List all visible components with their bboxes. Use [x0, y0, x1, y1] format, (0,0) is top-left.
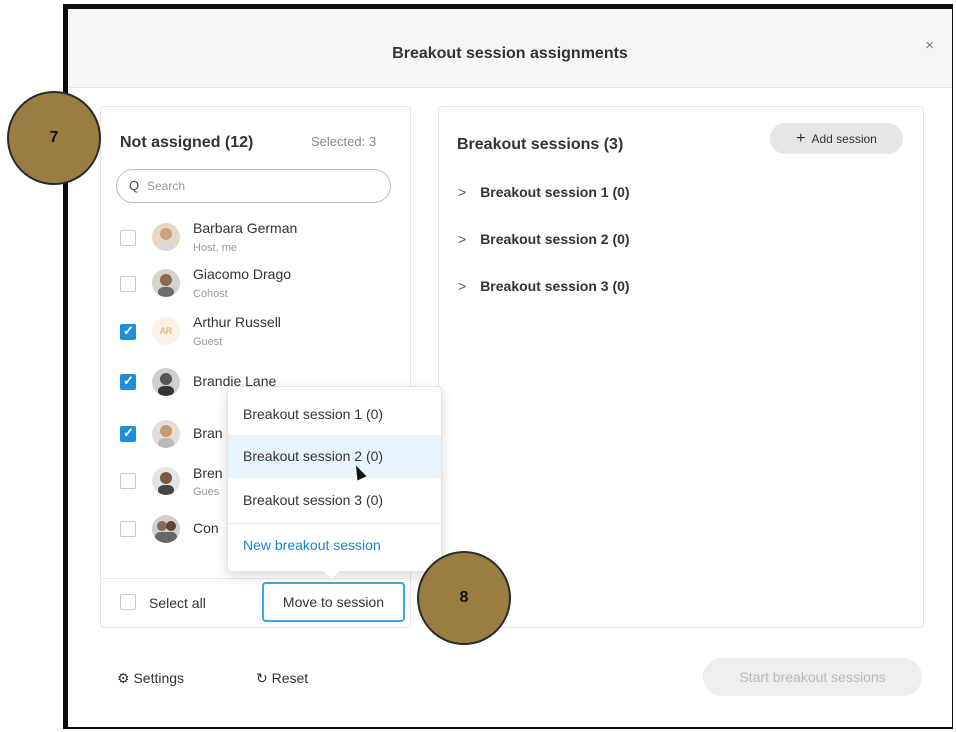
- reset-button[interactable]: ↻ Reset: [256, 670, 308, 687]
- participant-role: Host, me: [193, 242, 238, 254]
- avatar: [152, 420, 180, 448]
- menu-item-session-2[interactable]: Breakout session 2 (0): [228, 435, 441, 478]
- dialog-header: Breakout session assignments ×: [68, 9, 952, 88]
- session-item[interactable]: > Breakout session 2 (0): [458, 231, 630, 247]
- participant-checkbox[interactable]: [120, 425, 136, 442]
- selected-count: Selected: 3: [311, 134, 377, 149]
- participant-row[interactable]: AR Arthur Russell Guest: [116, 314, 406, 362]
- participant-checkbox[interactable]: [120, 276, 136, 292]
- move-to-session-menu: Breakout session 1 (0) Breakout session …: [227, 386, 442, 572]
- reset-icon: ↻: [256, 670, 268, 686]
- search-icon: Q: [129, 178, 140, 193]
- chevron-right-icon: >: [458, 184, 467, 200]
- avatar: AR: [152, 317, 180, 345]
- session-label: Breakout session 3 (0): [480, 278, 630, 294]
- select-all-label[interactable]: Select all: [149, 595, 206, 611]
- session-label: Breakout session 2 (0): [480, 231, 630, 247]
- menu-item-session-3[interactable]: Breakout session 3 (0): [228, 479, 441, 522]
- new-breakout-session-link[interactable]: New breakout session: [228, 523, 441, 566]
- participant-name: Bran: [193, 425, 223, 441]
- start-breakout-sessions-button[interactable]: Start breakout sessions: [703, 658, 922, 696]
- avatar: [152, 269, 180, 297]
- participant-checkbox[interactable]: [120, 230, 136, 246]
- participant-checkbox[interactable]: [120, 323, 136, 340]
- menu-item-session-1[interactable]: Breakout session 1 (0): [228, 393, 441, 436]
- participant-name: Barbara German: [193, 220, 298, 236]
- participant-checkbox[interactable]: [120, 521, 136, 537]
- add-session-label: Add session: [811, 132, 877, 146]
- plus-icon: +: [796, 130, 806, 147]
- settings-label: Settings: [133, 670, 185, 686]
- session-item[interactable]: > Breakout session 3 (0): [458, 278, 630, 294]
- move-to-session-button[interactable]: Move to session: [262, 582, 405, 622]
- avatar: [152, 368, 180, 396]
- participant-checkbox[interactable]: [120, 373, 136, 390]
- participant-role: Cohost: [193, 288, 228, 300]
- annotation-badge-7: 7: [7, 91, 101, 185]
- participant-checkbox[interactable]: [120, 473, 136, 489]
- not-assigned-heading: Not assigned (12): [120, 134, 254, 151]
- participant-name: Arthur Russell: [193, 314, 281, 330]
- participant-name: Bren: [193, 465, 223, 481]
- participant-row[interactable]: Barbara German Host, me: [116, 220, 406, 268]
- dialog-title: Breakout session assignments: [392, 45, 628, 62]
- session-item[interactable]: > Breakout session 1 (0): [458, 184, 630, 200]
- reset-label: Reset: [271, 670, 309, 686]
- avatar: [152, 515, 180, 543]
- search-input[interactable]: Q Search: [116, 169, 391, 203]
- avatar: [152, 223, 180, 251]
- chevron-right-icon: >: [458, 231, 467, 247]
- select-all-checkbox[interactable]: [120, 594, 136, 610]
- annotation-badge-8: 8: [417, 551, 511, 645]
- add-session-button[interactable]: + Add session: [770, 123, 903, 154]
- participant-row[interactable]: Giacomo Drago Cohost: [116, 266, 406, 314]
- participant-name: Con: [193, 520, 219, 536]
- chevron-right-icon: >: [458, 278, 467, 294]
- participant-role: Gues: [193, 486, 220, 498]
- avatar: [152, 467, 180, 495]
- search-placeholder: Search: [147, 179, 186, 193]
- settings-button[interactable]: ⚙ Settings: [117, 670, 184, 687]
- participant-name: Giacomo Drago: [193, 266, 292, 282]
- participant-role: Guest: [193, 336, 223, 348]
- breakout-sessions-heading: Breakout sessions (3): [457, 136, 624, 153]
- gear-icon: ⚙: [117, 670, 130, 686]
- session-label: Breakout session 1 (0): [480, 184, 630, 200]
- close-icon[interactable]: ×: [925, 37, 934, 54]
